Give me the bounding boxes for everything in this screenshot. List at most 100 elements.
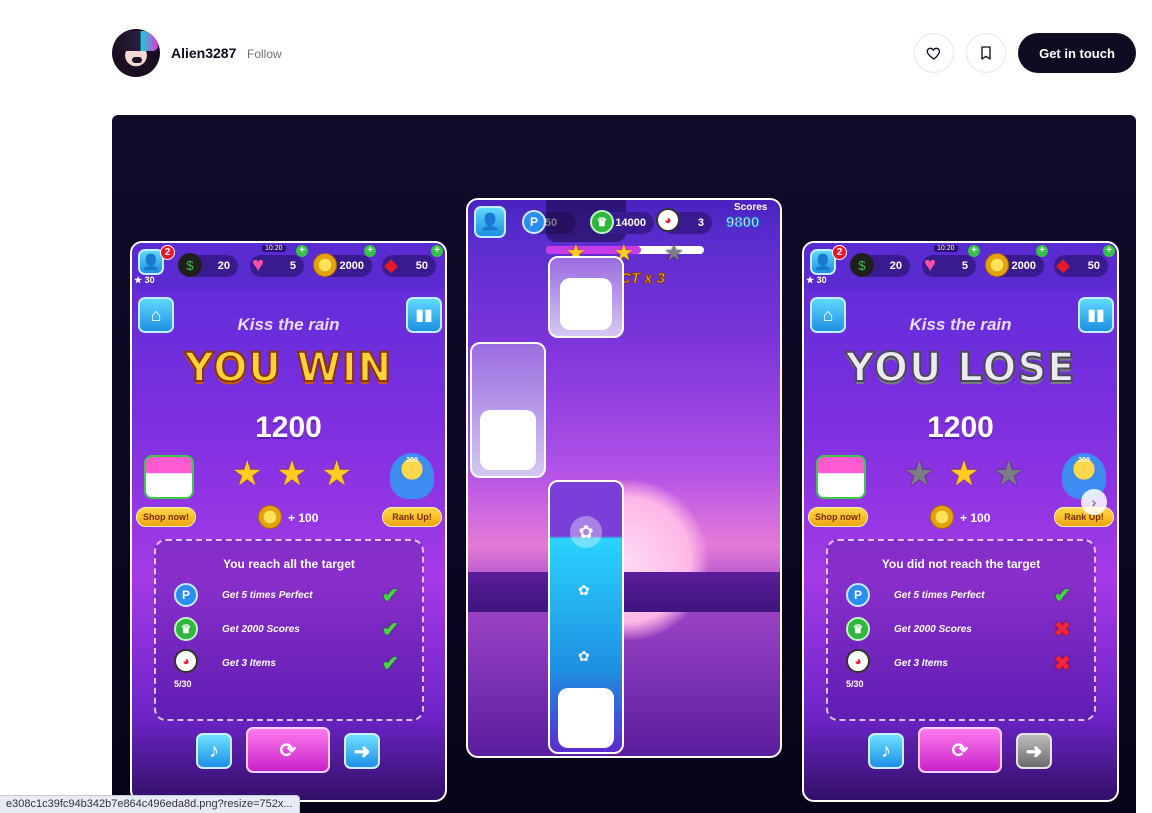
check-icon: ✔ xyxy=(382,585,399,607)
fox-mask-icon: ◕ xyxy=(174,649,198,673)
cat-girl-icon xyxy=(558,688,614,748)
paw-icon: ✿ xyxy=(578,582,590,598)
check-icon: ✔ xyxy=(382,653,399,675)
get-in-touch-button[interactable]: Get in touch xyxy=(1018,33,1136,73)
shop-now-button[interactable]: Shop now! xyxy=(136,507,196,527)
check-icon: ✔ xyxy=(382,619,399,641)
coin-icon xyxy=(313,253,337,277)
shot-image: 👤 2 ★ 30 20 $ 10:20 5 ♥ + 2000 + 50 ◆ + … xyxy=(112,115,1136,813)
status-bar-url: e308c1c39fc94b342b7e864c496eda8d.png?res… xyxy=(0,795,300,813)
win-screen: 👤 2 ★ 30 20 $ 10:20 5 ♥ + 2000 + 50 ◆ + … xyxy=(130,241,447,802)
follow-link[interactable]: Follow xyxy=(247,47,282,61)
cat-girl-icon xyxy=(480,410,536,470)
replay-button[interactable]: ⟳ xyxy=(918,727,1002,773)
author-name[interactable]: Alien3287 xyxy=(171,45,236,61)
coin-reward: + 100 xyxy=(288,511,319,525)
final-score: 1200 xyxy=(927,411,994,444)
gem-icon: ◆ xyxy=(384,254,398,275)
star-rating: ★ ★ ★ xyxy=(904,457,1024,491)
song-title: Kiss the rain xyxy=(909,315,1012,334)
target-label: Get 5 times Perfect xyxy=(894,590,985,601)
add-coins-icon[interactable]: + xyxy=(1036,245,1048,257)
note-tile[interactable] xyxy=(470,342,546,478)
perfect-icon: P xyxy=(174,583,198,607)
star-icon: ★ xyxy=(664,240,684,265)
star-icon: ★ xyxy=(948,455,980,493)
perfect-icon: P xyxy=(522,210,546,234)
cross-icon: ✖ xyxy=(1054,619,1071,641)
bookmark-icon xyxy=(981,46,991,60)
paw-icon: ✿ xyxy=(570,516,602,548)
level-number: 30 xyxy=(144,275,155,285)
result-title: YOU LOSE xyxy=(844,344,1076,392)
crown-icon: ♛ xyxy=(590,210,614,234)
level-star-icon: ★ 30 xyxy=(134,275,155,285)
check-icon: ✔ xyxy=(1054,585,1071,607)
like-button[interactable] xyxy=(914,33,954,73)
crown-icon: ♛ xyxy=(174,617,198,641)
target-title: You did not reach the target xyxy=(881,557,1041,571)
items-progress: 5/30 xyxy=(846,679,864,689)
coin-icon xyxy=(258,505,282,529)
star-icon: ★ xyxy=(276,455,308,493)
fox-mask-icon: ◕ xyxy=(846,649,870,673)
add-hearts-icon[interactable]: + xyxy=(968,245,980,257)
level-star-icon: ★ 30 xyxy=(806,275,827,285)
add-coins-icon[interactable]: + xyxy=(364,245,376,257)
perfect-icon: P xyxy=(846,583,870,607)
shop-icon[interactable] xyxy=(816,455,866,499)
coin-reward: + 100 xyxy=(960,511,991,525)
items-progress: 5/30 xyxy=(174,679,192,689)
profile-icon[interactable]: 👤 xyxy=(474,206,506,238)
heart-icon: ♥ xyxy=(252,253,264,276)
notification-badge: 2 xyxy=(832,245,847,260)
rank-badge-icon: 200 xyxy=(390,453,434,499)
target-label: Get 5 times Perfect xyxy=(222,590,313,601)
star-icon: ★ xyxy=(232,455,263,493)
paw-icon: ✿ xyxy=(578,648,590,664)
author-avatar[interactable] xyxy=(112,29,160,77)
notification-badge: 2 xyxy=(160,245,175,260)
level-number: 30 xyxy=(816,275,827,285)
add-hearts-icon[interactable]: + xyxy=(296,245,308,257)
next-button[interactable]: ➜ xyxy=(344,733,380,769)
star-icon: ★ xyxy=(321,455,352,493)
timer: 10:20 xyxy=(262,245,286,252)
cross-icon: ✖ xyxy=(1054,653,1071,675)
note-tile[interactable] xyxy=(548,256,624,338)
add-gems-icon[interactable]: + xyxy=(1103,245,1115,257)
result-title: YOU WIN xyxy=(184,344,393,392)
carousel-next-icon[interactable]: › xyxy=(1081,489,1107,515)
song-title: Kiss the rain xyxy=(237,315,340,334)
crown-icon: ♛ xyxy=(846,617,870,641)
music-button[interactable]: ♪ xyxy=(196,733,232,769)
gameplay-screen: 👤 50 P 14000 ♛ 3 ◕ Scores 9800 ★ ★ ★ PER… xyxy=(466,198,782,758)
mountain-silhouette xyxy=(468,572,780,612)
target-label: Get 3 Items xyxy=(222,658,276,669)
replay-button[interactable]: ⟳ xyxy=(246,727,330,773)
star-rating: ★ ★ ★ xyxy=(232,457,352,491)
music-button[interactable]: ♪ xyxy=(868,733,904,769)
star-icon: ★ xyxy=(904,455,935,493)
coin-icon xyxy=(985,253,1009,277)
target-title: You reach all the target xyxy=(223,557,355,571)
hat-icon: $ xyxy=(178,253,202,277)
target-label: Get 2000 Scores xyxy=(222,624,300,635)
hat-icon: $ xyxy=(850,253,874,277)
cat-girl-icon xyxy=(560,278,612,330)
star-icon: ★ xyxy=(993,455,1024,493)
heart-icon: ♥ xyxy=(924,253,936,276)
lose-screen: 👤 2 ★ 30 20 $ 10:20 5 ♥ + 2000 + 50 ◆ + … xyxy=(802,241,1119,802)
add-gems-icon[interactable]: + xyxy=(431,245,443,257)
scores-value: 9800 xyxy=(725,214,760,232)
fox-mask-icon: ◕ xyxy=(656,208,680,232)
scores-label: Scores xyxy=(734,202,768,213)
long-note-tile[interactable]: ✿ ✿ ✿ xyxy=(548,480,624,754)
shop-icon[interactable] xyxy=(144,455,194,499)
rank-up-button[interactable]: Rank Up! xyxy=(382,507,442,527)
heart-icon xyxy=(926,47,941,60)
save-button[interactable] xyxy=(966,33,1006,73)
shop-now-button[interactable]: Shop now! xyxy=(808,507,868,527)
gem-icon: ◆ xyxy=(1056,254,1070,275)
target-label: Get 3 Items xyxy=(894,658,948,669)
